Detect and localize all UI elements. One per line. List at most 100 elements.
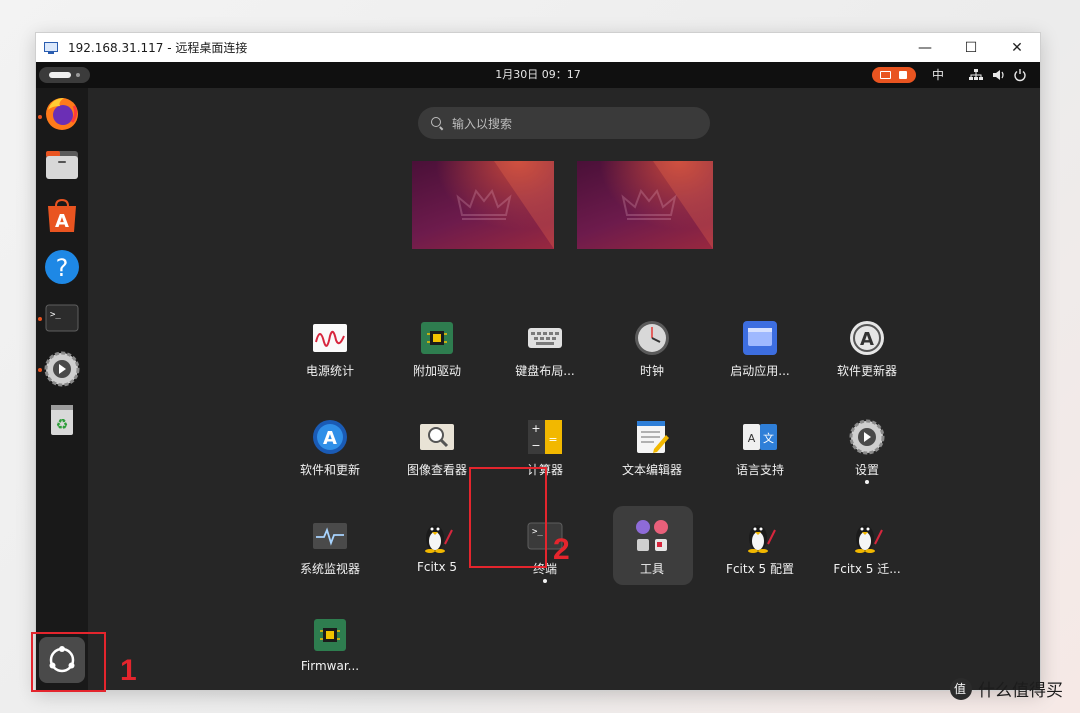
- svg-text:♻: ♻: [56, 417, 69, 433]
- search-placeholder: 输入以搜索: [452, 116, 513, 131]
- tux-icon: [855, 525, 883, 553]
- dock: A ? >_ ♻: [36, 88, 89, 690]
- watermark-logo-icon: [950, 677, 972, 700]
- app-text-editor[interactable]: 文本编辑器: [597, 405, 707, 495]
- app-system-monitor[interactable]: 系统监视器: [275, 504, 385, 594]
- remote-desktop-icon: [44, 41, 60, 55]
- svg-text:A: A: [860, 329, 874, 350]
- maximize-button[interactable]: ☐: [948, 33, 994, 62]
- app-clock[interactable]: 时钟: [597, 306, 707, 396]
- tux-icon: [748, 525, 776, 553]
- svg-text:文: 文: [763, 431, 774, 445]
- settings-icon[interactable]: [44, 351, 80, 387]
- svg-text:A: A: [748, 432, 756, 445]
- app-label: Fcitx 5 配置: [726, 562, 794, 576]
- svg-text:+: +: [531, 422, 540, 435]
- annotation-box-show-apps: [31, 632, 106, 692]
- window-titlebar: 192.168.31.117 - 远程桌面连接 — ☐ ✕: [36, 33, 1040, 62]
- startup-apps-icon: [743, 321, 777, 355]
- app-fcitx5-migrator[interactable]: Fcitx 5 迁...: [812, 504, 922, 594]
- network-icon: [969, 69, 983, 80]
- image-viewer-icon: [420, 424, 454, 450]
- svg-text:−: −: [531, 439, 540, 452]
- close-button[interactable]: ✕: [994, 33, 1040, 62]
- app-label: Fcitx 5 迁...: [833, 562, 901, 576]
- search-input[interactable]: 输入以搜索: [418, 107, 710, 139]
- app-label: Firmwar...: [300, 659, 360, 673]
- chip-icon: [421, 322, 453, 354]
- running-indicator: [38, 368, 42, 372]
- annotation-box-terminal: [469, 467, 547, 568]
- app-label: 时钟: [639, 364, 664, 378]
- app-label: 软件更新器: [836, 364, 897, 378]
- app-fcitx5-config[interactable]: Fcitx 5 配置: [705, 504, 815, 594]
- text-editor-icon: [637, 421, 669, 453]
- help-icon[interactable]: ?: [44, 249, 80, 285]
- svg-text:A: A: [323, 428, 337, 449]
- stop-icon: [899, 71, 907, 79]
- remote-desktop-window: 192.168.31.117 - 远程桌面连接 — ☐ ✕ 1月30日 09：1…: [35, 32, 1041, 691]
- app-power-statistics[interactable]: 电源统计: [275, 306, 385, 396]
- workspace-thumbnail-1[interactable]: [412, 161, 554, 249]
- annotation-step-1: 1: [120, 654, 137, 687]
- app-label: 设置: [854, 463, 879, 477]
- app-software-updater[interactable]: A 软件更新器: [812, 306, 922, 396]
- firefox-icon[interactable]: [44, 96, 80, 132]
- app-additional-drivers[interactable]: 附加驱动: [382, 306, 492, 396]
- search-icon: [431, 117, 443, 129]
- tux-icon: [425, 525, 453, 553]
- app-label: 软件和更新: [299, 463, 360, 477]
- power-icon: [1014, 69, 1026, 82]
- app-startup-applications[interactable]: 启动应用...: [705, 306, 815, 396]
- svg-text:?: ?: [56, 254, 69, 282]
- app-label: 文本编辑器: [621, 463, 682, 477]
- app-folder-utilities[interactable]: 工具: [597, 504, 707, 594]
- app-label: 附加驱动: [412, 364, 461, 378]
- settings-icon: [849, 419, 885, 455]
- running-indicator: [865, 480, 869, 484]
- running-indicator: [38, 115, 42, 119]
- app-label: 键盘布局...: [515, 364, 575, 378]
- running-indicator: [38, 317, 42, 321]
- minimize-button[interactable]: —: [902, 33, 948, 62]
- app-firmware-updater[interactable]: Firmwar...: [275, 603, 385, 690]
- system-monitor-icon: [313, 523, 347, 549]
- svg-text:>_: >_: [50, 310, 61, 320]
- terminal-icon[interactable]: >_: [44, 300, 80, 336]
- language-icon: A文: [743, 424, 777, 450]
- tray-icons: [969, 69, 1026, 82]
- software-updates-icon: A: [313, 420, 347, 454]
- app-label: 系统监视器: [299, 562, 360, 576]
- trash-icon[interactable]: ♻: [44, 402, 80, 438]
- screen-sharing-indicator[interactable]: [872, 67, 916, 83]
- app-label: 语言支持: [735, 463, 784, 477]
- files-icon[interactable]: [44, 147, 80, 183]
- app-keyboard-layout[interactable]: 键盘布局...: [490, 306, 600, 396]
- volume-icon: [993, 70, 1004, 80]
- watermark: 什么值得买: [950, 676, 1063, 701]
- svg-text:A: A: [55, 211, 69, 232]
- screen-share-icon: [880, 71, 891, 79]
- keyboard-icon: [528, 328, 562, 348]
- app-label: 工具: [639, 562, 664, 576]
- svg-text:=: =: [548, 433, 557, 446]
- window-title: 192.168.31.117 - 远程桌面连接: [68, 41, 248, 55]
- input-method-indicator[interactable]: 中: [932, 62, 944, 88]
- utilities-folder-icon: [636, 520, 668, 551]
- annotation-step-2: 2: [553, 533, 570, 566]
- app-label: 电源统计: [305, 364, 354, 378]
- workspace-thumbnail-2[interactable]: [577, 161, 713, 249]
- top-bar: 1月30日 09：17 中: [36, 62, 1040, 88]
- chip-icon: [314, 619, 346, 651]
- app-label: 启动应用...: [730, 364, 790, 378]
- app-software-and-updates[interactable]: A 软件和更新: [275, 405, 385, 495]
- power-statistics-icon: [313, 324, 347, 352]
- watermark-text: 什么值得买: [978, 681, 1063, 701]
- app-language-support[interactable]: A文 语言支持: [705, 405, 815, 495]
- running-indicator: [543, 579, 547, 583]
- clock-icon: [635, 321, 669, 355]
- app-center-icon[interactable]: A: [44, 198, 80, 234]
- app-settings[interactable]: 设置: [812, 405, 922, 495]
- software-updater-icon: A: [850, 321, 884, 355]
- app-grid-overview: 输入以搜索 电源统计 附加驱动 键盘布局... 时钟 启动应用... A 软件更…: [89, 88, 1040, 690]
